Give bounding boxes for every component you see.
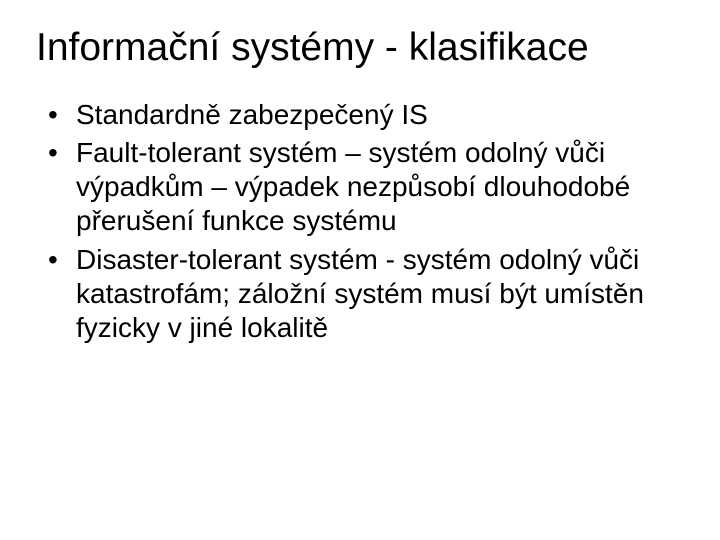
slide-title: Informační systémy - klasifikace bbox=[36, 26, 690, 70]
slide: Informační systémy - klasifikace Standar… bbox=[0, 0, 720, 540]
bullet-list: Standardně zabezpečený IS Fault-tolerant… bbox=[48, 98, 690, 345]
list-item: Fault-tolerant systém – systém odolný vů… bbox=[48, 136, 690, 238]
list-item: Standardně zabezpečený IS bbox=[48, 98, 690, 132]
list-item: Disaster-tolerant systém - systém odolný… bbox=[48, 243, 690, 345]
